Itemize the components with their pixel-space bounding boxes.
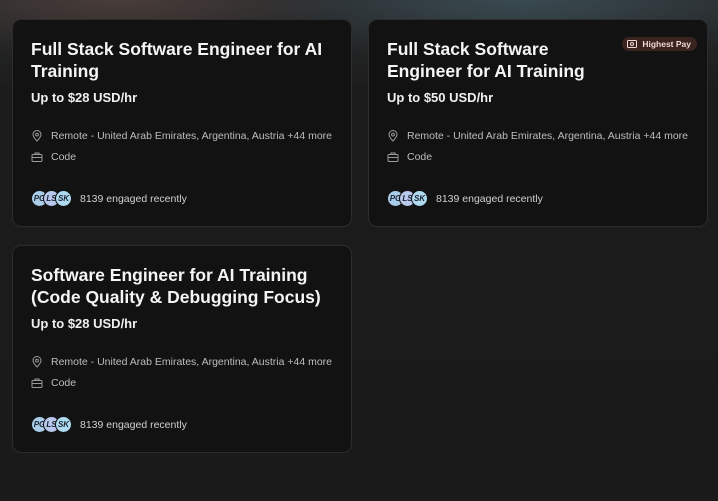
avatar-stack: PG LS SK xyxy=(387,190,428,207)
briefcase-icon xyxy=(31,152,43,162)
engagement-info: PG LS SK 8139 engaged recently xyxy=(387,190,543,207)
job-pay: Up to $50 USD/hr xyxy=(387,90,494,105)
job-location: Remote - United Arab Emirates, Argentina… xyxy=(387,130,688,142)
highest-pay-badge: Highest Pay xyxy=(622,37,697,51)
job-title[interactable]: Full Stack Software Engineer for AI Trai… xyxy=(387,38,607,82)
map-pin-icon xyxy=(32,356,42,368)
job-card[interactable]: Full Stack Software Engineer for AI Trai… xyxy=(12,19,352,227)
map-pin-icon xyxy=(388,130,398,142)
engaged-count: 8139 engaged recently xyxy=(80,192,187,205)
briefcase-icon xyxy=(387,152,399,162)
engaged-count: 8139 engaged recently xyxy=(436,192,543,205)
job-pay: Up to $28 USD/hr xyxy=(31,90,138,105)
job-title[interactable]: Full Stack Software Engineer for AI Trai… xyxy=(31,38,331,82)
map-pin-icon xyxy=(32,130,42,142)
briefcase-icon xyxy=(31,378,43,388)
job-category-text: Code xyxy=(407,151,433,163)
job-category: Code xyxy=(31,377,76,389)
job-title[interactable]: Software Engineer for AI Training (Code … xyxy=(31,264,331,308)
job-card[interactable]: Full Stack Software Engineer for AI Trai… xyxy=(368,19,708,227)
job-pay: Up to $28 USD/hr xyxy=(31,316,138,331)
avatar: SK xyxy=(55,190,72,207)
job-location-text: Remote - United Arab Emirates, Argentina… xyxy=(51,130,333,142)
job-category: Code xyxy=(31,151,76,163)
job-location: Remote - United Arab Emirates, Argentina… xyxy=(31,356,332,368)
avatar: SK xyxy=(411,190,428,207)
avatar-stack: PG LS SK xyxy=(31,416,72,433)
badge-label: Highest Pay xyxy=(642,39,691,49)
job-category: Code xyxy=(387,151,432,163)
job-location: Remote - United Arab Emirates, Argentina… xyxy=(31,130,332,142)
job-listings-grid: Full Stack Software Engineer for AI Trai… xyxy=(0,0,718,501)
engagement-info: PG LS SK 8139 engaged recently xyxy=(31,416,187,433)
avatar: SK xyxy=(55,416,72,433)
engagement-info: PG LS SK 8139 engaged recently xyxy=(31,190,187,207)
job-location-text: Remote - United Arab Emirates, Argentina… xyxy=(407,130,689,142)
job-location-text: Remote - United Arab Emirates, Argentina… xyxy=(51,356,333,368)
job-card[interactable]: Software Engineer for AI Training (Code … xyxy=(12,245,352,453)
money-icon xyxy=(627,40,638,48)
engaged-count: 8139 engaged recently xyxy=(80,418,187,431)
avatar-stack: PG LS SK xyxy=(31,190,72,207)
job-category-text: Code xyxy=(51,377,77,389)
job-category-text: Code xyxy=(51,151,77,163)
